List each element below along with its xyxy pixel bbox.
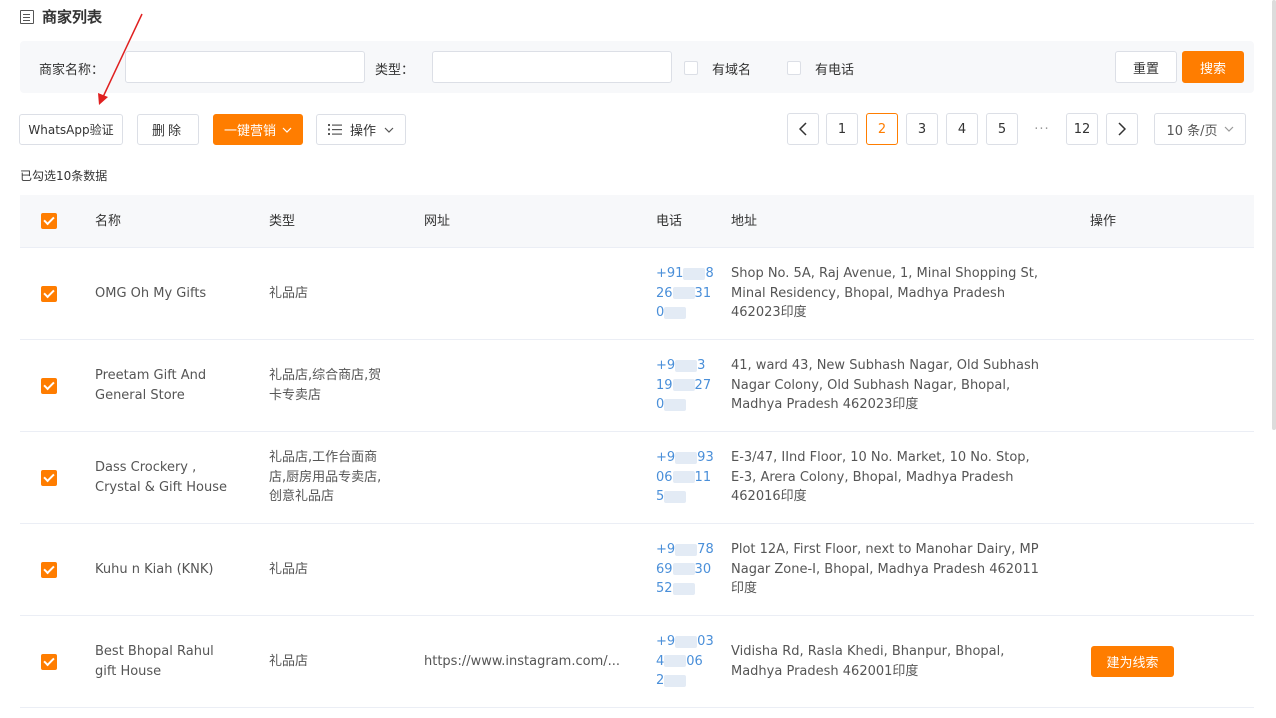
filter-bar: 商家名称： 类型： 有域名 有电话 重置 搜索: [20, 41, 1254, 93]
column-header-action: 操作: [1090, 214, 1117, 229]
has-phone-checkbox[interactable]: [787, 61, 801, 75]
merchant-table: 名称 类型 网址 电话 地址 操作 OMG Oh My Gifts 礼品店 +9…: [20, 195, 1254, 708]
table-row[interactable]: Kuhu n Kiah (KNK) 礼品店 +9 78 69 30 52 Plot …: [20, 524, 1254, 616]
merchant-phone[interactable]: +9 93 06 11 5: [656, 448, 716, 507]
has-phone-label: 有电话: [815, 63, 855, 78]
page-1-button[interactable]: 1: [826, 113, 858, 145]
table-row[interactable]: Dass Crockery , Crystal & Gift House 礼品店,…: [20, 432, 1254, 524]
column-header-address: 地址: [731, 214, 758, 229]
merchant-type: 礼品店,工作台面商 店,厨房用品专卖店, 创意礼品店: [269, 450, 382, 504]
create-lead-button[interactable]: 建为线索: [1091, 646, 1174, 677]
merchant-type: 礼品店,综合商店,贺 卡专卖店: [269, 368, 382, 403]
reset-button[interactable]: 重置: [1115, 51, 1177, 83]
merchant-address: Plot 12A, First Floor, next to Manohar D…: [731, 542, 1039, 596]
table-row[interactable]: Preetam Gift And General Store 礼品店,综合商店,贺…: [20, 340, 1254, 432]
table-header: 名称 类型 网址 电话 地址 操作: [20, 195, 1254, 248]
actions-dropdown[interactable]: 操作: [316, 114, 406, 145]
merchant-address: E-3/47, IInd Floor, 10 No. Market, 10 No…: [731, 450, 1030, 504]
page-2-button[interactable]: 2: [866, 113, 898, 145]
merchant-phone[interactable]: +9 78 69 30 52: [656, 540, 716, 599]
merchant-phone[interactable]: +9 03 4 06 2: [656, 632, 716, 691]
table-row[interactable]: Best Bhopal Rahul gift House 礼品店 https://…: [20, 616, 1254, 708]
page-4-button[interactable]: 4: [946, 113, 978, 145]
chevron-right-icon: [1118, 122, 1126, 136]
chevron-down-icon: [282, 127, 292, 133]
merchant-type: 礼品店: [269, 654, 309, 669]
list-menu-icon: [327, 124, 342, 135]
page-title: 商家列表: [42, 8, 103, 26]
next-page-button[interactable]: [1106, 113, 1138, 145]
merchant-name-label: 商家名称：: [39, 63, 105, 78]
search-button[interactable]: 搜索: [1182, 51, 1244, 83]
page-size-select[interactable]: 10 条/页: [1154, 113, 1246, 145]
select-all-checkbox[interactable]: [41, 213, 57, 229]
column-header-type: 类型: [269, 214, 296, 229]
column-header-url: 网址: [424, 214, 451, 229]
merchant-type: 礼品店: [269, 562, 309, 577]
pager-ellipsis[interactable]: ···: [1026, 113, 1058, 145]
row-checkbox[interactable]: [41, 378, 57, 394]
chevron-left-icon: [799, 122, 807, 136]
table-row[interactable]: OMG Oh My Gifts 礼品店 +91 8 26 31 0 Shop No.…: [20, 248, 1254, 340]
page-5-button[interactable]: 5: [986, 113, 1018, 145]
type-input[interactable]: [432, 51, 672, 83]
page-12-button[interactable]: 12: [1066, 113, 1098, 145]
merchant-name[interactable]: Preetam Gift And General Store: [95, 366, 255, 405]
merchant-name-input[interactable]: [125, 51, 365, 83]
has-domain-label: 有域名: [712, 63, 752, 78]
has-domain-checkbox[interactable]: [684, 61, 698, 75]
merchant-url-link[interactable]: https://www.instagram.com/...: [424, 652, 634, 672]
merchant-phone[interactable]: +9 3 19 27 0: [656, 356, 716, 415]
selected-count-text: 已勾选10条数据: [20, 169, 108, 183]
merchant-name[interactable]: Kuhu n Kiah (KNK): [95, 560, 255, 580]
merchant-phone[interactable]: +91 8 26 31 0: [656, 264, 716, 323]
page-size-value: 10 条/页: [1166, 123, 1218, 139]
column-header-name: 名称: [95, 214, 122, 229]
row-checkbox[interactable]: [41, 286, 57, 302]
merchant-name[interactable]: OMG Oh My Gifts: [95, 284, 255, 304]
column-header-phone: 电话: [656, 214, 683, 229]
merchant-address: Shop No. 5A, Raj Avenue, 1, Minal Shoppi…: [731, 266, 1038, 320]
list-icon: [20, 9, 34, 24]
whatsapp-verify-button[interactable]: WhatsApp验证: [19, 114, 123, 145]
marketing-label: 一键营销: [223, 124, 276, 139]
merchant-address: 41, ward 43, New Subhash Nagar, Old Subh…: [731, 358, 1040, 412]
chevron-down-icon: [384, 127, 394, 133]
one-click-marketing-button[interactable]: 一键营销: [213, 114, 303, 145]
row-checkbox[interactable]: [41, 470, 57, 486]
merchant-name[interactable]: Dass Crockery , Crystal & Gift House: [95, 458, 255, 497]
page-3-button[interactable]: 3: [906, 113, 938, 145]
page-header: 商家列表: [20, 6, 102, 27]
actions-label: 操作: [349, 124, 376, 139]
type-label: 类型：: [375, 63, 415, 78]
merchant-name[interactable]: Best Bhopal Rahul gift House: [95, 642, 255, 681]
merchant-type: 礼品店: [269, 286, 309, 301]
merchant-address: Vidisha Rd, Rasla Khedi, Bhanpur, Bhopal…: [731, 644, 1005, 679]
chevron-down-icon: [1224, 126, 1233, 132]
prev-page-button[interactable]: [787, 113, 819, 145]
page-scrollbar[interactable]: [1272, 0, 1276, 430]
row-checkbox[interactable]: [41, 654, 57, 670]
delete-button[interactable]: 删除: [137, 114, 199, 145]
row-checkbox[interactable]: [41, 562, 57, 578]
